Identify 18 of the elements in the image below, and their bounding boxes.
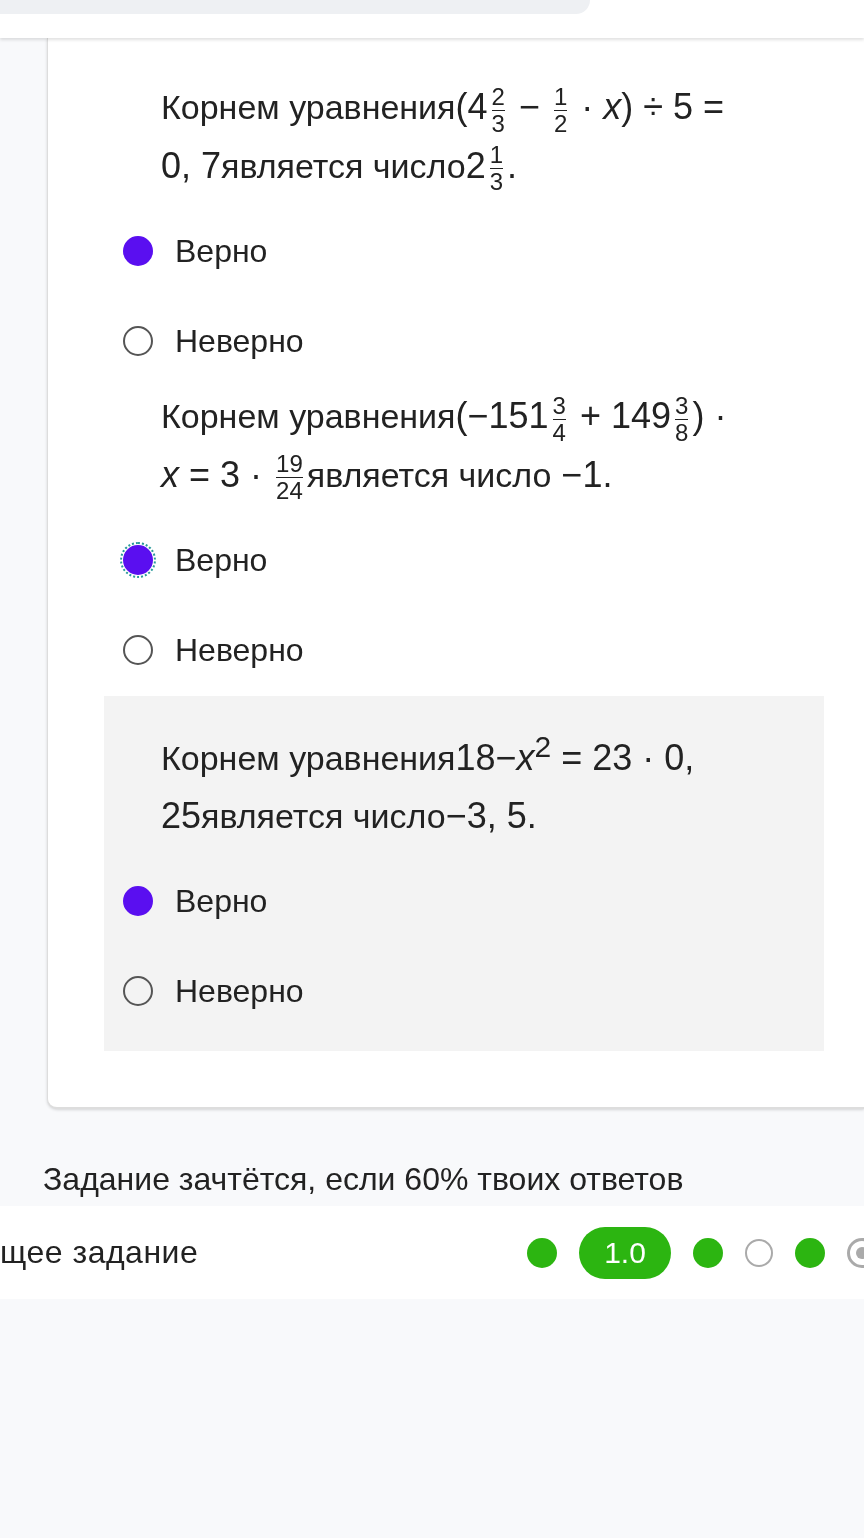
option-label[interactable]: Верно xyxy=(175,232,268,270)
radio-button[interactable] xyxy=(123,635,153,666)
radio-button[interactable] xyxy=(123,886,153,917)
option-label[interactable]: Неверно xyxy=(175,631,304,669)
next-task-link[interactable]: щее задание xyxy=(0,1234,199,1272)
option-label[interactable]: Верно xyxy=(175,541,268,579)
radio-button[interactable] xyxy=(123,976,153,1007)
question-text: Корнем уравнения18−x$^{2}$ = 23 · 0, 25является число−3, 5. xyxy=(161,729,696,839)
step-indicator[interactable] xyxy=(693,1237,723,1268)
option-label[interactable]: Неверно xyxy=(175,322,304,360)
step-indicator[interactable] xyxy=(795,1237,825,1268)
radio-button[interactable] xyxy=(123,236,153,267)
hint-text: Задание зачтётся, если 60% твоих ответов xyxy=(43,1161,684,1198)
option-label[interactable]: Верно xyxy=(175,882,268,920)
radio-button[interactable] xyxy=(123,326,153,357)
step-indicator[interactable] xyxy=(527,1237,557,1268)
radio-button[interactable] xyxy=(123,545,153,576)
option-label[interactable]: Неверно xyxy=(175,972,304,1010)
